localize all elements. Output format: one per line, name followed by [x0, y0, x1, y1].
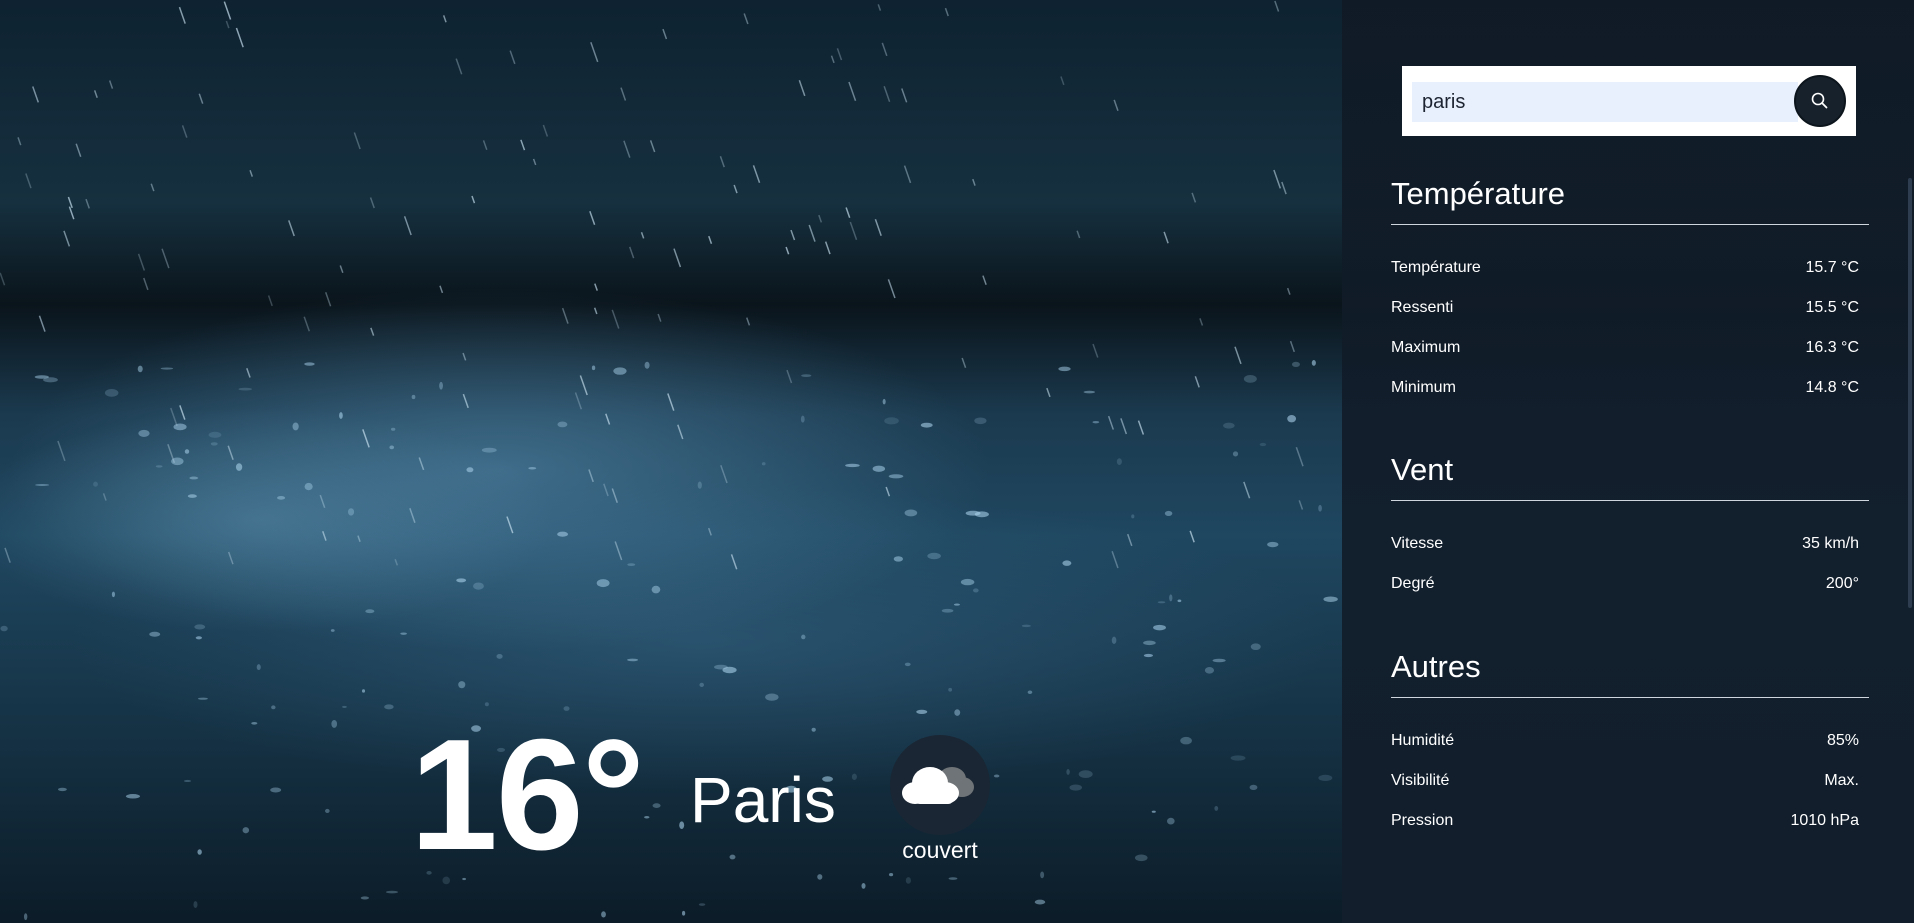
current-temperature: 16°	[410, 707, 645, 883]
detail-row: Minimum 14.8 °C	[1391, 368, 1869, 408]
detail-value: 15.5 °C	[1805, 299, 1859, 316]
detail-value: 1010 hPa	[1790, 812, 1859, 829]
detail-label: Maximum	[1391, 339, 1461, 356]
detail-row: Vitesse 35 km/h	[1391, 524, 1869, 564]
detail-value: 14.8 °C	[1805, 379, 1859, 396]
detail-value: 16.3 °C	[1805, 339, 1859, 356]
detail-row: Maximum 16.3 °C	[1391, 328, 1869, 368]
wind-section-title: Vent	[1391, 450, 1869, 501]
weather-condition: couvert	[880, 735, 1000, 864]
city-name: Paris	[690, 764, 836, 836]
detail-label: Degré	[1391, 575, 1435, 592]
city-search-input[interactable]	[1412, 82, 1798, 122]
wind-section: Vent Vitesse 35 km/h Degré 200°	[1391, 450, 1869, 604]
detail-row: Température 15.7 °C	[1391, 248, 1869, 288]
detail-label: Visibilité	[1391, 772, 1450, 789]
search-icon	[1811, 92, 1828, 109]
detail-label: Ressenti	[1391, 299, 1454, 316]
detail-label: Minimum	[1391, 379, 1456, 396]
rain-drops-decoration	[0, 0, 1338, 921]
detail-value: 85%	[1826, 732, 1859, 749]
detail-value: Max.	[1824, 772, 1859, 789]
detail-row: Visibilité Max.	[1391, 761, 1869, 801]
detail-row: Degré 200°	[1391, 564, 1869, 604]
temperature-section-title: Température	[1391, 174, 1869, 225]
temperature-section: Température Température 15.7 °C Ressenti…	[1391, 174, 1869, 408]
detail-row: Humidité 85%	[1391, 721, 1869, 761]
others-section: Autres Humidité 85% Visibilité Max. Pres…	[1391, 647, 1869, 841]
condition-label: couvert	[902, 837, 978, 863]
detail-value: 200°	[1825, 575, 1859, 592]
detail-label: Vitesse	[1391, 535, 1444, 552]
search-bar	[1402, 66, 1856, 136]
panel-scrollbar[interactable]	[1908, 178, 1912, 608]
detail-row: Pression 1010 hPa	[1391, 801, 1869, 841]
detail-label: Pression	[1391, 812, 1454, 829]
cloud-icon	[890, 735, 990, 835]
details-panel: Température Température 15.7 °C Ressenti…	[1342, 0, 1914, 923]
detail-label: Température	[1391, 259, 1481, 276]
search-button[interactable]	[1794, 75, 1846, 127]
detail-value: 15.7 °C	[1805, 259, 1859, 276]
others-section-title: Autres	[1391, 647, 1869, 698]
detail-label: Humidité	[1391, 732, 1455, 749]
detail-row: Ressenti 15.5 °C	[1391, 288, 1869, 328]
detail-value: 35 km/h	[1802, 535, 1859, 552]
